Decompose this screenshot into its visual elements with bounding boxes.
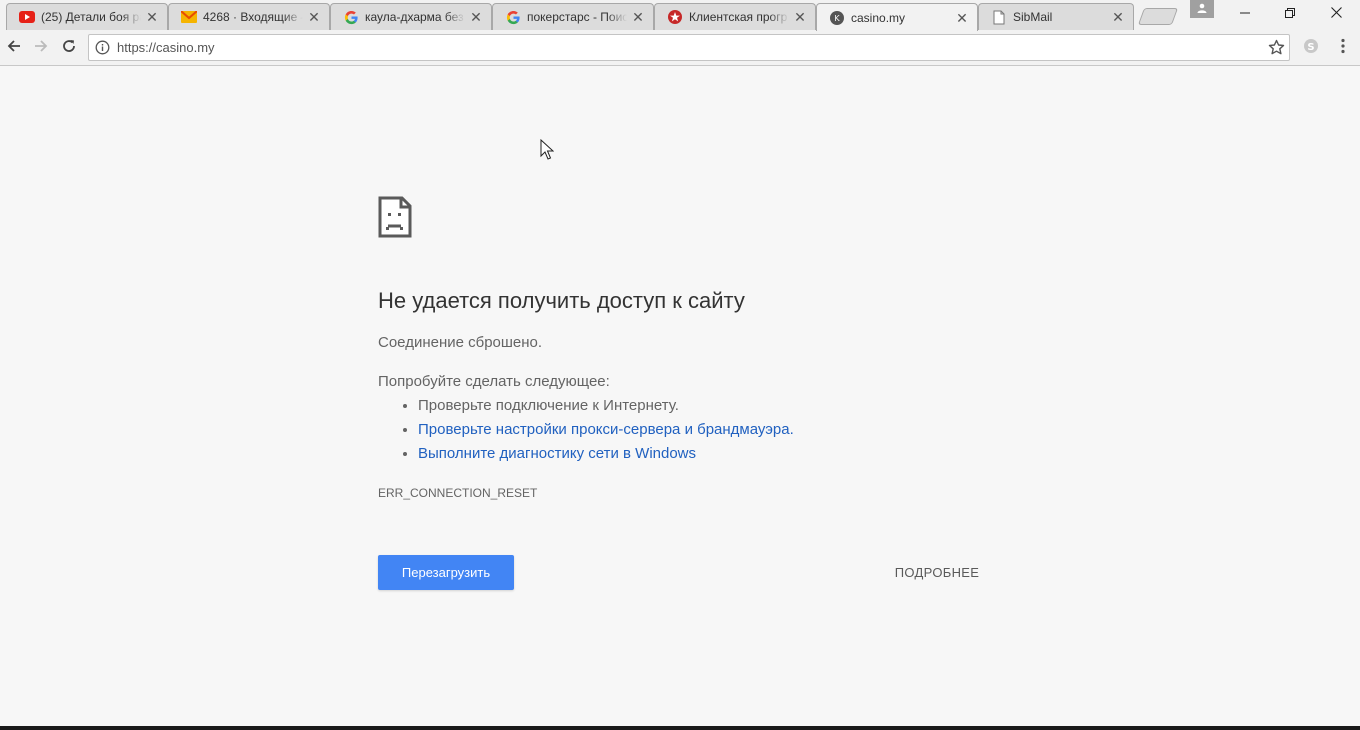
skype-extension-button[interactable]: S (1299, 36, 1323, 60)
suggestion-proxy-link[interactable]: Проверьте настройки прокси-сервера и бра… (418, 421, 794, 438)
tab-google-1[interactable]: каула-дхарма без ✕ (330, 3, 492, 30)
google-icon (343, 9, 359, 25)
close-window-button[interactable] (1313, 0, 1359, 28)
back-button[interactable] (2, 36, 26, 60)
suggestion-item: Проверьте подключение к Интернету. (418, 394, 794, 418)
close-tab-icon[interactable]: ✕ (307, 10, 321, 24)
url-text[interactable]: https://casino.my (117, 35, 215, 60)
tab-title: покерстарс - Поис (527, 10, 627, 24)
person-icon (1197, 0, 1207, 18)
reload-toolbar-button[interactable] (57, 36, 81, 60)
restore-button[interactable] (1267, 0, 1313, 28)
menu-button[interactable] (1331, 36, 1355, 60)
close-tab-icon[interactable]: ✕ (793, 10, 807, 24)
suggestions-heading: Попробуйте сделать следующее: (378, 373, 610, 390)
minimize-button[interactable] (1222, 0, 1268, 28)
details-button[interactable]: ПОДРОБНЕЕ (888, 555, 986, 590)
info-icon[interactable] (95, 40, 110, 55)
suggestion-item: Проверьте настройки прокси-сервера и бра… (418, 418, 794, 442)
taskbar-edge (0, 726, 1360, 730)
profile-button[interactable] (1190, 0, 1214, 18)
error-title: Не удается получить доступ к сайту (378, 288, 745, 313)
error-code: ERR_CONNECTION_RESET (378, 486, 538, 500)
back-arrow-icon (6, 38, 22, 59)
document-icon (991, 9, 1007, 25)
restore-icon (1285, 5, 1295, 23)
tab-casino-active[interactable]: K casino.my ✕ (816, 3, 978, 31)
tab-strip: (25) Детали боя ра ✕ 4268 · Входящие — ✕… (0, 0, 1360, 31)
bookmark-star-icon[interactable] (1268, 39, 1285, 56)
tab-title: каула-дхарма без (365, 10, 464, 24)
svg-text:K: K (834, 14, 840, 23)
tab-google-2[interactable]: покерстарс - Поис ✕ (492, 3, 654, 30)
error-page: Не удается получить доступ к сайту Соеди… (0, 66, 1360, 730)
tab-title: SibMail (1013, 10, 1053, 24)
browser-toolbar: https://casino.my S (0, 31, 1360, 66)
mail-icon (181, 9, 197, 25)
tab-title: Клиентская прогр (689, 10, 788, 24)
close-tab-icon[interactable]: ✕ (145, 10, 159, 24)
refresh-icon (61, 38, 77, 59)
forward-arrow-icon (33, 38, 49, 59)
close-icon (1330, 5, 1342, 23)
tab-youtube[interactable]: (25) Детали боя ра ✕ (6, 3, 168, 30)
reload-button[interactable]: Перезагрузить (378, 555, 514, 590)
close-tab-icon[interactable]: ✕ (955, 11, 969, 25)
skype-icon: S (1303, 38, 1319, 59)
close-tab-icon[interactable]: ✕ (631, 10, 645, 24)
tab-title: casino.my (851, 10, 906, 25)
suggestion-check-connection: Проверьте подключение к Интернету. (418, 397, 679, 414)
tab-sibmail[interactable]: SibMail ✕ (978, 3, 1134, 30)
svg-text:S: S (1307, 42, 1314, 53)
suggestion-diagnostics-link[interactable]: Выполните диагностику сети в Windows (418, 445, 696, 462)
tab-title: 4268 · Входящие — (203, 10, 303, 24)
tab-pokerstars[interactable]: Клиентская прогр ✕ (654, 3, 816, 30)
more-vertical-icon (1341, 38, 1345, 59)
google-icon (505, 9, 521, 25)
site-icon: K (829, 10, 845, 26)
mouse-cursor-icon (540, 138, 555, 161)
pokerstars-icon (667, 9, 683, 25)
suggestions-list: Проверьте подключение к Интернету. Прове… (378, 394, 794, 466)
youtube-icon (19, 9, 35, 25)
close-tab-icon[interactable]: ✕ (1111, 10, 1125, 24)
address-bar[interactable]: https://casino.my (88, 34, 1290, 61)
forward-button[interactable] (29, 36, 53, 60)
sad-page-icon (378, 196, 412, 238)
close-tab-icon[interactable]: ✕ (469, 10, 483, 24)
tab-mail[interactable]: 4268 · Входящие — ✕ (168, 3, 330, 30)
new-tab-button[interactable] (1137, 8, 1179, 25)
suggestion-item: Выполните диагностику сети в Windows (418, 442, 794, 466)
tab-title: (25) Детали боя ра (41, 10, 141, 24)
error-subtitle: Соединение сброшено. (378, 334, 543, 351)
minimize-icon (1240, 5, 1250, 23)
